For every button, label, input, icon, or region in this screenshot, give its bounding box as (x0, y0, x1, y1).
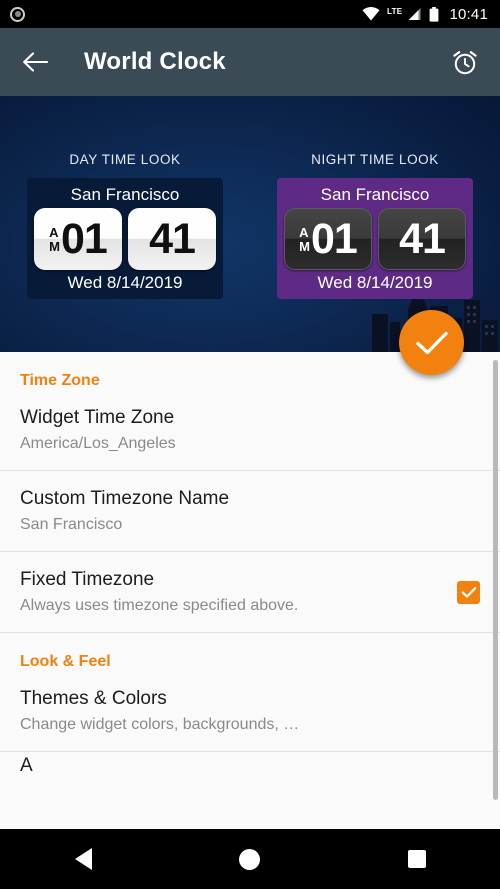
night-hours-digits: 01 (311, 214, 358, 263)
pref-row-fixed-timezone[interactable]: Fixed Timezone Always uses timezone spec… (0, 552, 500, 632)
signal-icon (408, 8, 421, 20)
section-header-look-and-feel: Look & Feel (20, 653, 111, 670)
day-ampm-m: M (49, 239, 60, 254)
pref-row-themes-and-colors[interactable]: Themes & Colors Change widget colors, ba… (0, 671, 500, 751)
status-bar-right-icons: LTE 10:41 (362, 6, 488, 23)
camera-dot-icon (10, 6, 25, 22)
confirm-fab-button[interactable] (399, 310, 464, 375)
pref-summary: San Francisco (20, 516, 123, 533)
pref-summary: Always uses timezone specified above. (20, 597, 299, 614)
battery-icon (430, 6, 439, 22)
night-widget-date: Wed 8/14/2019 (317, 273, 433, 292)
night-ampm-m: M (299, 239, 310, 254)
day-minutes-tile: 41 (128, 208, 216, 270)
lte-label: LTE (387, 6, 403, 16)
night-look-label: NIGHT TIME LOOK (311, 152, 439, 167)
pref-text: Themes & Colors Change widget colors, ba… (20, 687, 480, 735)
pref-row-custom-timezone-name[interactable]: Custom Timezone Name San Francisco (0, 471, 500, 551)
night-widget-city: San Francisco (320, 185, 430, 204)
day-ampm-indicator: A M (49, 226, 60, 254)
night-minutes-digits: 41 (399, 214, 446, 263)
app-bar: World Clock (0, 28, 500, 96)
check-icon (415, 331, 448, 354)
day-preview-column[interactable]: DAY TIME LOOK San Francisco A M 01 41 We… (0, 96, 250, 352)
fixed-timezone-checkbox[interactable] (457, 580, 480, 604)
night-minutes-tile: 41 (378, 208, 466, 270)
wifi-icon (362, 7, 380, 21)
navigation-bar (0, 829, 500, 889)
vertical-scrollbar[interactable] (493, 360, 498, 800)
pref-row-widget-time-zone[interactable]: Widget Time Zone America/Los_Angeles (0, 390, 500, 470)
day-clock-tiles: A M 01 41 (34, 208, 216, 270)
pref-title: Fixed Timezone (20, 569, 155, 590)
pref-title-partial: A (20, 755, 33, 776)
status-bar-clock: 10:41 (449, 5, 488, 23)
day-widget-card[interactable]: San Francisco A M 01 41 Wed 8/14/2019 (27, 178, 223, 299)
pref-text: Widget Time Zone America/Los_Angeles (20, 406, 480, 454)
day-widget-date: Wed 8/14/2019 (67, 273, 183, 292)
pref-text: Fixed Timezone Always uses timezone spec… (20, 568, 441, 616)
day-look-label: DAY TIME LOOK (69, 152, 181, 167)
night-ampm-indicator: A M (299, 226, 310, 254)
pref-title: Themes & Colors (20, 688, 167, 709)
page-title: World Clock (84, 48, 226, 75)
day-minutes-digits: 41 (149, 214, 196, 263)
back-arrow-icon[interactable] (18, 45, 52, 79)
night-hours-tile: A M 01 (284, 208, 372, 270)
pref-row-partial[interactable]: A (0, 752, 500, 782)
night-clock-tiles: A M 01 41 (284, 208, 466, 270)
nav-home-icon[interactable] (215, 829, 285, 889)
day-hours-tile: A M 01 (34, 208, 122, 270)
phone-screen: LTE 10:41 World Clock DAY TIME LOOK San … (0, 0, 500, 889)
nav-back-icon[interactable] (48, 829, 118, 889)
day-hours-digits: 01 (61, 214, 108, 263)
settings-list[interactable]: Time Zone Widget Time Zone America/Los_A… (0, 352, 500, 829)
pref-summary: America/Los_Angeles (20, 435, 176, 452)
status-bar-left-icons (10, 6, 25, 22)
status-bar: LTE 10:41 (0, 0, 500, 28)
checkmark-icon (461, 586, 476, 598)
pref-title: Custom Timezone Name (20, 488, 230, 509)
nav-recents-icon[interactable] (382, 829, 452, 889)
night-ampm-a: A (299, 225, 309, 240)
night-preview-column[interactable]: NIGHT TIME LOOK San Francisco A M 01 41 (250, 96, 500, 352)
day-ampm-a: A (49, 225, 59, 240)
pref-text: A (20, 754, 480, 778)
night-widget-card[interactable]: San Francisco A M 01 41 Wed 8/14/2019 (277, 178, 473, 299)
alarm-clock-icon[interactable] (448, 45, 482, 79)
pref-title: Widget Time Zone (20, 407, 175, 428)
pref-summary: Change widget colors, backgrounds, … (20, 716, 300, 733)
day-widget-city: San Francisco (70, 185, 180, 204)
pref-text: Custom Timezone Name San Francisco (20, 487, 480, 535)
